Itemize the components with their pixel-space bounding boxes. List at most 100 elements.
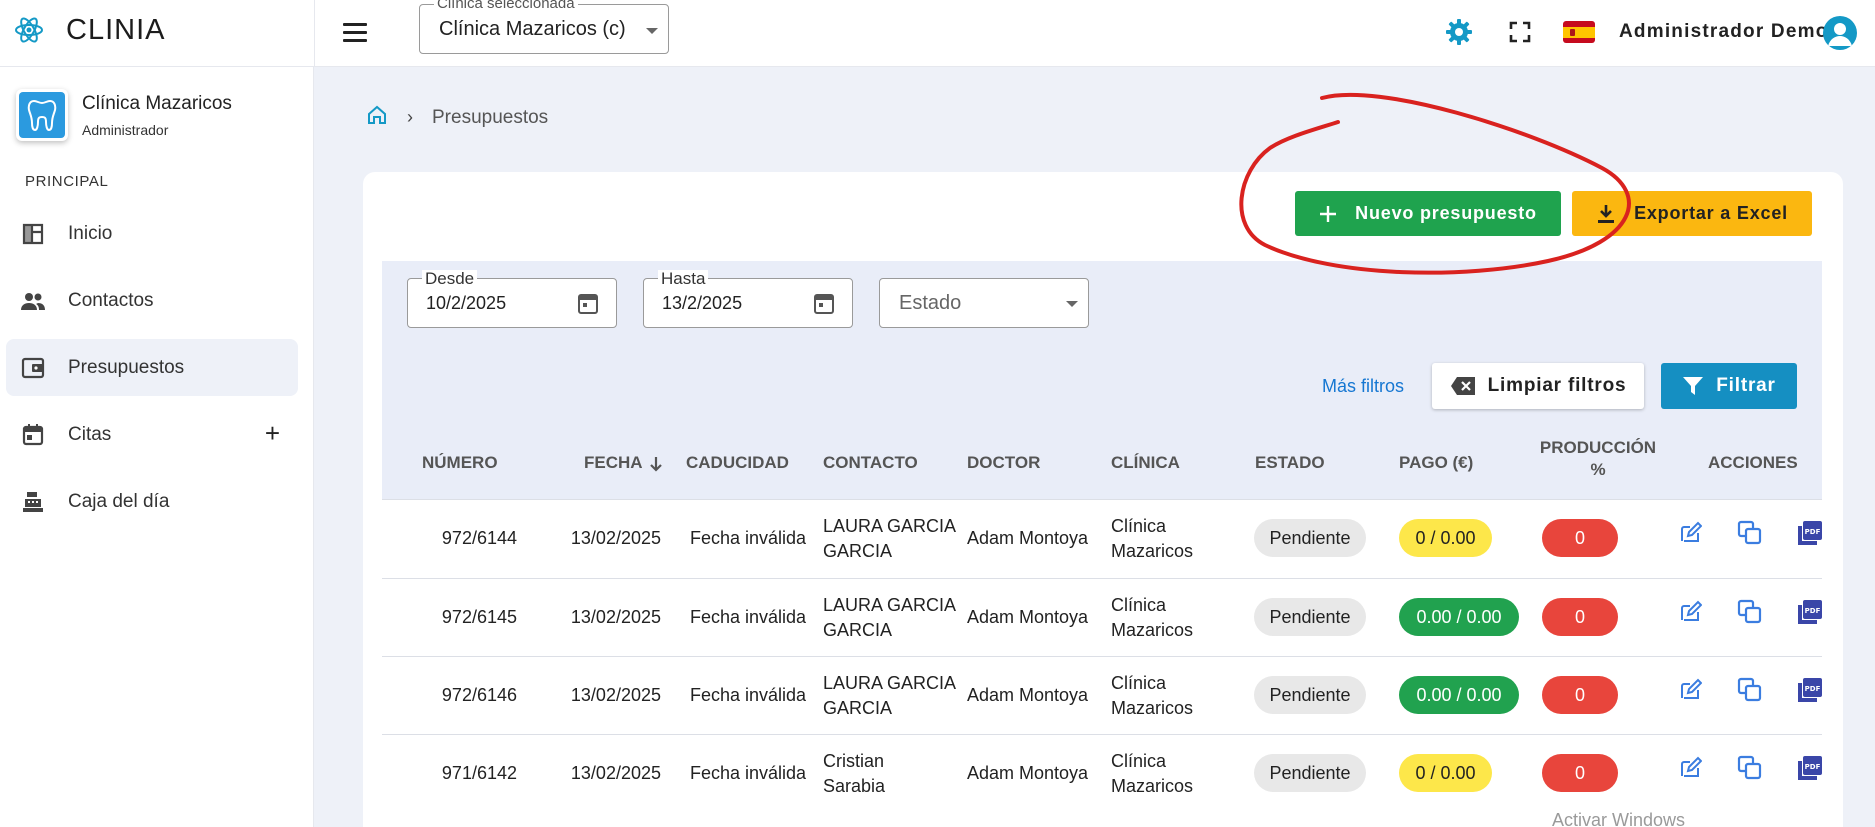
- hasta-date-field[interactable]: Hasta 13/2/2025: [643, 270, 853, 328]
- production-badge: 0: [1542, 676, 1618, 714]
- pdf-icon[interactable]: PDF: [1797, 677, 1823, 703]
- sidebar-item-presupuestos[interactable]: Presupuestos: [6, 339, 298, 396]
- col-header-numero[interactable]: NÚMERO: [422, 452, 498, 474]
- duplicate-icon[interactable]: [1737, 755, 1763, 781]
- sidebar-item-contactos[interactable]: Contactos: [6, 272, 298, 329]
- home-icon[interactable]: [366, 104, 388, 126]
- cell-clinica: Clínica Mazaricos: [1111, 671, 1193, 721]
- add-cita-button[interactable]: +: [265, 420, 280, 446]
- col-header-caducidad[interactable]: CADUCIDAD: [686, 452, 789, 474]
- section-title: PRINCIPAL: [25, 173, 109, 190]
- fullscreen-icon[interactable]: [1508, 20, 1532, 44]
- estado-select[interactable]: Estado: [879, 278, 1089, 328]
- cell-clinica-line2: Mazaricos: [1111, 541, 1194, 561]
- cell-contacto-line1: LAURA GARCIA: [823, 516, 957, 536]
- clinic-select-value: Clínica Mazaricos (c): [439, 18, 626, 40]
- clinic-card: Clínica Mazaricos Administrador: [16, 89, 232, 141]
- production-badge: 0: [1542, 519, 1618, 557]
- payment-badge: 0.00 / 0.00: [1399, 598, 1519, 636]
- filter-button[interactable]: Filtrar: [1661, 363, 1797, 409]
- desde-label: Desde: [422, 270, 478, 287]
- col-header-produccion[interactable]: PRODUCCIÓN %: [1539, 437, 1657, 481]
- atom-logo-icon: [14, 15, 44, 45]
- col-header-clinica[interactable]: CLÍNICA: [1111, 452, 1180, 474]
- download-icon: [1596, 204, 1616, 224]
- edit-icon[interactable]: [1678, 678, 1702, 702]
- user-name[interactable]: Administrador Demo: [1619, 21, 1829, 43]
- people-icon: [20, 288, 46, 314]
- cell-contacto: LAURA GARCIA GARCIA: [823, 514, 956, 564]
- sidebar-item-citas[interactable]: Citas +: [6, 406, 298, 463]
- spain-flag-icon[interactable]: [1563, 21, 1595, 43]
- cell-contacto-line2: Sarabia: [823, 776, 886, 796]
- app-name: CLINIA: [66, 13, 166, 46]
- payment-badge: 0.00 / 0.00: [1399, 676, 1519, 714]
- user-avatar-icon[interactable]: [1823, 16, 1857, 50]
- sidebar-item-label: Inicio: [68, 222, 113, 244]
- cell-clinica-line1: Clínica: [1111, 595, 1167, 615]
- clinic-select[interactable]: Clínica seleccionada Clínica Mazaricos (…: [419, 0, 669, 54]
- payment-badge: 0 / 0.00: [1399, 519, 1492, 557]
- cell-clinica: Clínica Mazaricos: [1111, 514, 1193, 564]
- cell-numero: 972/6146: [441, 685, 517, 705]
- menu-icon[interactable]: [343, 17, 373, 47]
- gear-icon[interactable]: [1444, 17, 1474, 47]
- plus-icon: [1319, 205, 1337, 223]
- cell-caducidad: Fecha inválida: [690, 528, 807, 548]
- cell-contacto: Cristian Sarabia: [823, 749, 885, 799]
- sidebar-item-caja[interactable]: Caja del día: [6, 473, 298, 530]
- clear-filters-button[interactable]: Limpiar filtros: [1432, 363, 1644, 409]
- payment-badge: 0 / 0.00: [1399, 754, 1492, 792]
- sidebar-item-label: Presupuestos: [68, 356, 185, 378]
- cell-contacto: LAURA GARCIA GARCIA: [823, 593, 956, 643]
- more-filters-link[interactable]: Más filtros: [1322, 376, 1404, 397]
- cell-contacto-line2: GARCIA: [823, 541, 893, 561]
- desde-date-field[interactable]: Desde 10/2/2025: [407, 270, 617, 328]
- cell-contacto-line1: Cristian: [823, 751, 885, 771]
- brand[interactable]: CLINIA: [14, 8, 165, 52]
- pdf-icon[interactable]: PDF: [1797, 520, 1823, 546]
- sidebar-item-label: Citas: [68, 423, 112, 445]
- pdf-icon[interactable]: PDF: [1797, 599, 1823, 625]
- col-header-doctor[interactable]: DOCTOR: [967, 452, 1040, 474]
- clear-filters-label: Limpiar filtros: [1487, 375, 1627, 396]
- col-header-pago[interactable]: PAGO (€): [1399, 452, 1473, 474]
- col-header-contacto[interactable]: CONTACTO: [823, 452, 918, 474]
- pdf-icon[interactable]: PDF: [1797, 755, 1823, 781]
- desde-value: 10/2/2025: [426, 293, 507, 313]
- cell-doctor: Adam Montoya: [967, 528, 1089, 548]
- svg-text:PDF: PDF: [1805, 607, 1821, 615]
- status-badge: Pendiente: [1254, 519, 1366, 557]
- windows-activation-watermark: Activar Windows: [1552, 810, 1686, 827]
- hasta-value: 13/2/2025: [662, 293, 743, 313]
- cell-fecha: 13/02/2025: [570, 763, 661, 783]
- new-budget-label: Nuevo presupuesto: [1355, 203, 1537, 223]
- chevron-down-icon: [1066, 301, 1078, 307]
- export-excel-button[interactable]: Exportar a Excel: [1572, 191, 1812, 236]
- sidebar-item-inicio[interactable]: Inicio: [6, 205, 298, 262]
- edit-icon[interactable]: [1678, 600, 1702, 624]
- col-header-fecha[interactable]: FECHA: [584, 452, 663, 474]
- col-header-acciones: ACCIONES: [1708, 453, 1798, 472]
- duplicate-icon[interactable]: [1737, 520, 1763, 546]
- calendar-icon[interactable]: [578, 292, 598, 314]
- calendar-icon: [20, 422, 46, 448]
- cell-caducidad: Fecha inválida: [690, 685, 807, 705]
- hasta-label: Hasta: [658, 270, 709, 287]
- duplicate-icon[interactable]: [1737, 677, 1763, 703]
- cell-doctor: Adam Montoya: [967, 685, 1089, 705]
- cell-fecha: 13/02/2025: [570, 685, 661, 705]
- cell-contacto-line2: GARCIA: [823, 698, 893, 718]
- calendar-icon[interactable]: [814, 292, 834, 314]
- new-budget-button[interactable]: Nuevo presupuesto: [1295, 191, 1561, 236]
- col-header-estado[interactable]: ESTADO: [1255, 452, 1325, 474]
- edit-icon[interactable]: [1678, 756, 1702, 780]
- duplicate-icon[interactable]: [1737, 599, 1763, 625]
- cell-doctor: Adam Montoya: [967, 763, 1089, 783]
- cell-contacto-line2: GARCIA: [823, 620, 893, 640]
- cell-caducidad: Fecha inválida: [690, 763, 807, 783]
- cell-fecha: 13/02/2025: [570, 528, 661, 548]
- production-badge: 0: [1542, 754, 1618, 792]
- edit-icon[interactable]: [1678, 521, 1702, 545]
- cell-numero: 971/6142: [441, 763, 517, 783]
